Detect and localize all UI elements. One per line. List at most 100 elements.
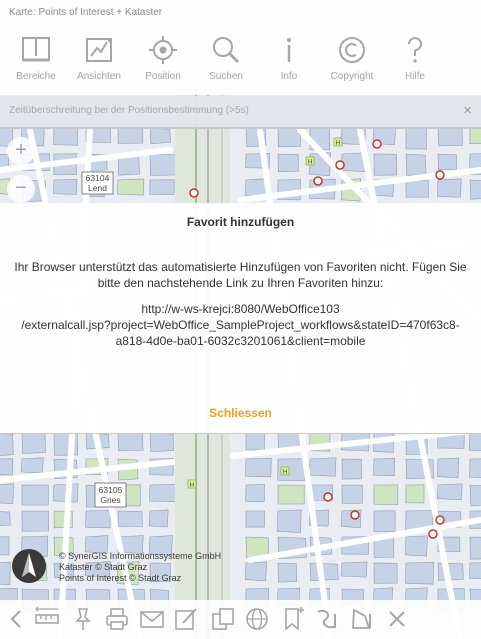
attribution-line: Kataster © Stadt Graz	[59, 562, 148, 572]
map-building	[468, 432, 481, 452]
globe-icon[interactable]	[244, 606, 270, 632]
edit-icon[interactable]	[173, 606, 199, 632]
book-icon	[22, 37, 50, 62]
dialog-message: Ihr Browser unterstützt das automatisier…	[14, 260, 467, 290]
map-building	[405, 153, 427, 176]
map-building	[340, 561, 368, 578]
measure-icon[interactable]	[34, 606, 60, 632]
map-building	[148, 509, 169, 528]
app-header: Karte: Points of Interest + Kataster Ber…	[0, 0, 481, 95]
map-building	[245, 510, 265, 528]
bookmark-add-icon[interactable]	[280, 606, 306, 632]
map-building	[117, 432, 144, 452]
map-building	[373, 153, 398, 176]
map-building	[149, 483, 178, 503]
north-arrow-icon	[12, 549, 46, 583]
map-building	[373, 484, 399, 505]
map-building	[21, 510, 49, 532]
map-building	[405, 484, 425, 504]
map-building	[117, 127, 144, 144]
pin-icon[interactable]	[70, 606, 96, 632]
copy-icon[interactable]	[210, 606, 236, 632]
tool-bereiche[interactable]: Bereiche	[3, 34, 69, 90]
map-building	[117, 510, 143, 527]
tool-position[interactable]: Position	[130, 34, 196, 90]
poi-marker	[435, 515, 445, 525]
map-building	[85, 510, 111, 529]
parcel-label-lend: 63104 Lend	[81, 171, 114, 195]
poi-hotel-label: H	[282, 469, 287, 476]
map-building	[436, 483, 463, 501]
zoom-out-button[interactable]: −	[7, 175, 35, 203]
tool-hilfe[interactable]: Hilfe	[382, 34, 448, 90]
copyright-icon	[339, 37, 365, 63]
dialog-link-line: http://w-ws-krejci:8080/WebOffice103	[141, 302, 340, 316]
svg-text:Gries: Gries	[100, 495, 120, 505]
poi-hotel-label: H	[189, 482, 194, 489]
svg-text:63105: 63105	[99, 485, 123, 495]
draw-line-icon[interactable]	[314, 606, 340, 632]
map-building	[53, 179, 78, 195]
map-building	[277, 484, 305, 505]
help-icon	[408, 37, 422, 63]
map-building	[117, 178, 145, 196]
back-arrow-icon[interactable]	[4, 606, 30, 632]
poi-marker	[189, 188, 199, 198]
tool-ansichten[interactable]: Ansichten	[66, 34, 132, 90]
info-icon	[287, 38, 291, 62]
map-building	[0, 458, 14, 476]
draw-polygon-icon[interactable]	[349, 606, 375, 632]
tool-ansichten-label: Ansichten	[77, 71, 121, 82]
notification-close-icon[interactable]: ×	[463, 102, 472, 119]
zoom-in-button[interactable]: +	[7, 137, 35, 165]
map-building	[437, 153, 457, 171]
map-building	[277, 562, 298, 583]
dialog-title: Favorit hinzufügen	[186, 215, 295, 229]
map-building	[245, 457, 272, 478]
dialog-link-line: a818-4d0e-ba01-6032c3201061&client=mobil…	[115, 334, 366, 348]
tool-copyright-label: Copyright	[330, 71, 374, 82]
dialog-link-line: /externalcall.jsp?project=WebOffice_Samp…	[21, 318, 460, 332]
app-title: Karte: Points of Interest + Kataster	[9, 7, 163, 18]
svg-text:63104: 63104	[86, 173, 110, 183]
bottom-toolbar	[0, 600, 481, 639]
map-building	[21, 484, 49, 506]
poi-hotel-label: H	[335, 140, 340, 147]
tool-suchen[interactable]: Suchen	[193, 34, 259, 90]
poi-marker	[313, 176, 323, 186]
map-building	[149, 179, 175, 195]
map-building	[0, 511, 11, 526]
notification-bar: Zeitüberschreitung bei der Positionsbest…	[0, 96, 481, 129]
map-building	[0, 483, 14, 504]
add-favorite-dialog: Favorit hinzufügen Ihr Browser unterstüt…	[0, 203, 481, 434]
dialog-close-button[interactable]: Schliessen	[0, 406, 481, 420]
map-attribution: © SynerGIS Informationssysteme GmbH Kata…	[59, 551, 221, 584]
map-building	[373, 562, 398, 584]
map-building	[245, 432, 265, 451]
map-building	[436, 457, 460, 478]
map-building	[405, 561, 434, 585]
close-icon[interactable]	[384, 606, 410, 632]
poi-marker	[372, 139, 382, 149]
tool-copyright[interactable]: Copyright	[319, 34, 385, 90]
parcel-label-gries: 63105 Gries	[94, 482, 127, 508]
map-building	[149, 127, 171, 145]
layers-icon	[86, 38, 112, 62]
map-building	[276, 509, 302, 533]
mail-icon[interactable]	[139, 606, 165, 632]
dialog-favorite-link[interactable]: http://w-ws-krejci:8080/WebOffice103 /ex…	[8, 301, 473, 349]
svg-text:Lend: Lend	[88, 183, 107, 193]
map-building	[149, 153, 179, 176]
map-building	[277, 153, 299, 173]
map-building	[20, 457, 44, 474]
print-icon[interactable]	[104, 606, 130, 632]
map-building	[21, 432, 46, 454]
poi-marker	[428, 529, 438, 539]
map-building	[436, 178, 462, 198]
tool-info-label: Info	[280, 71, 298, 82]
search-icon	[213, 37, 240, 64]
map-building	[405, 179, 429, 198]
map-building	[341, 458, 362, 480]
crosshair-icon	[149, 36, 177, 64]
tool-info[interactable]: Info	[256, 34, 322, 90]
